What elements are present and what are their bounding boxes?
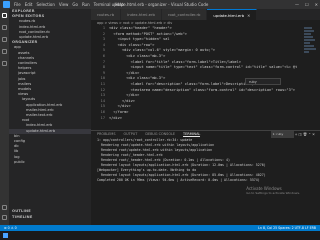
tree-item[interactable]: public <box>9 160 91 165</box>
tab-routes[interactable]: routes.rb <box>91 9 122 20</box>
tab-label: index.html.erb <box>127 12 155 17</box>
minimize-button[interactable]: — <box>295 0 299 9</box>
tab-debug-console[interactable]: DEBUG CONSOLE <box>145 131 175 137</box>
source-control-icon[interactable] <box>2 37 7 42</box>
line-code: </div> <box>109 115 122 120</box>
tab-terminal[interactable]: TERMINAL <box>183 131 201 137</box>
tab-root-controller[interactable]: root_controller.rb <box>161 9 208 20</box>
split-icon[interactable]: ◫ <box>299 133 302 137</box>
account-icon[interactable] <box>2 205 7 210</box>
tab-label: routes.rb <box>97 12 115 17</box>
gear-icon[interactable] <box>2 215 7 220</box>
maximize-button[interactable]: ☐ <box>305 0 309 9</box>
activity-bar <box>0 9 9 225</box>
close-button[interactable]: ✕ <box>315 0 318 9</box>
autocomplete-popup[interactable]: ruby <box>245 78 281 85</box>
terminal-line: Completed 200 OK in 99ms (Views: 94.6ms … <box>97 178 260 182</box>
explorer-sidebar: EXPLORER OPEN EDITORS routes.rb index.ht… <box>9 9 91 225</box>
explorer-icon[interactable] <box>2 13 7 18</box>
outline-header[interactable]: OUTLINE <box>9 209 31 214</box>
chevron-up-icon[interactable]: ⌃ <box>308 133 311 137</box>
trash-icon[interactable]: 🗑 <box>303 133 307 137</box>
title-bar: File Edit Selection View Go Run Terminal… <box>0 0 320 9</box>
terminal-output[interactable]: 1: app/controllers/root_controller.rb:34… <box>91 138 320 224</box>
window-title: update.html.erb - organizer - Visual Stu… <box>111 2 209 7</box>
code-editor[interactable]: 1 <div class="header" "header"> 2 <form me… <box>91 26 320 130</box>
timeline-header[interactable]: TIMELINE <box>9 215 33 220</box>
search-icon[interactable] <box>2 25 7 30</box>
tab-label: update.html.erb <box>213 13 245 18</box>
close-tab-icon[interactable]: ✕ <box>247 13 250 18</box>
tab-update[interactable]: update.html.erb ✕ <box>207 9 258 20</box>
tab-problems[interactable]: PROBLEMS <box>97 131 116 137</box>
tab-output[interactable]: OUTPUT <box>124 131 138 137</box>
run-debug-icon[interactable] <box>2 49 7 54</box>
tab-index[interactable]: index.html.erb <box>121 9 162 20</box>
minimap[interactable] <box>304 26 316 126</box>
extensions-icon[interactable] <box>2 61 7 66</box>
windows-start-icon[interactable] <box>3 233 8 238</box>
activate-windows-watermark: Activate Windows Go to Settings to activ… <box>246 186 300 196</box>
terminal-select[interactable]: 1: ruby <box>270 131 294 138</box>
taskbar <box>0 231 320 240</box>
watermark-subtitle: Go to Settings to activate Windows. <box>246 191 300 195</box>
tab-label: root_controller.rb <box>167 12 201 17</box>
code-line[interactable]: 17 </div> <box>91 116 320 122</box>
line-number: 17 <box>100 115 105 120</box>
editor-tabs: routes.rb index.html.erb root_controller… <box>91 9 320 20</box>
close-panel-icon[interactable]: ✕ <box>312 133 315 137</box>
